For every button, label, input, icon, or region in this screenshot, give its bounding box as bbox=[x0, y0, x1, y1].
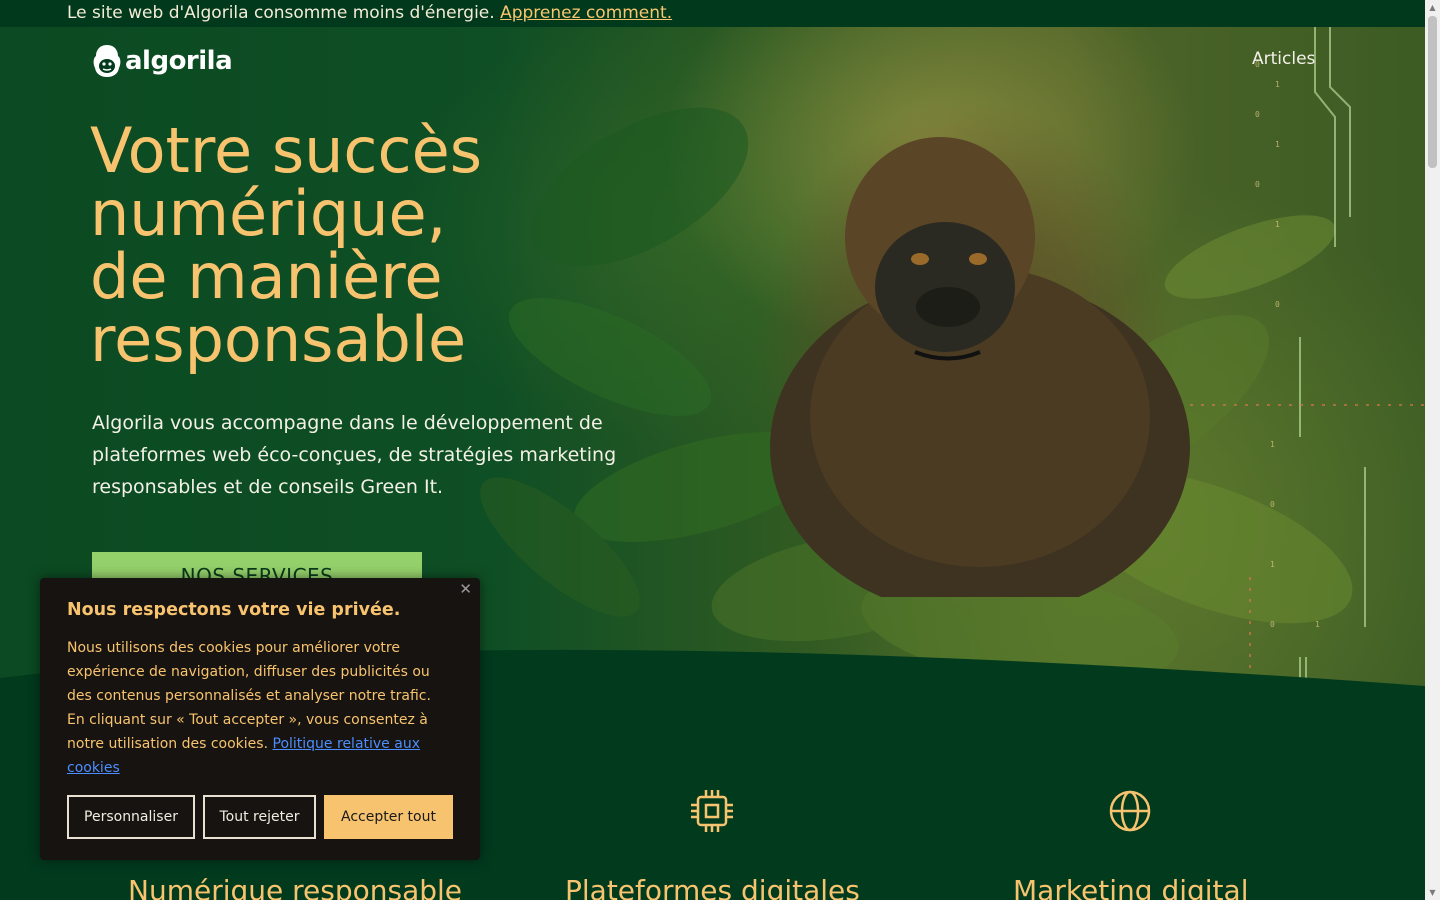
svg-text:1: 1 bbox=[1275, 140, 1280, 149]
nav-link-articles[interactable]: Articles bbox=[1252, 49, 1315, 69]
energy-notice-bar: Le site web d'Algorila consomme moins d'… bbox=[0, 0, 1425, 27]
logo-text: algorila bbox=[125, 46, 233, 76]
close-icon[interactable]: ✕ bbox=[459, 580, 472, 598]
hero-title: Votre succès numérique, de manière respo… bbox=[90, 119, 710, 371]
service-title-responsible: Numérique responsable bbox=[128, 874, 463, 900]
scroll-down-arrow-icon[interactable]: ▼ bbox=[1425, 885, 1440, 900]
reject-all-button[interactable]: Tout rejeter bbox=[203, 795, 316, 839]
customize-button[interactable]: Personnaliser bbox=[67, 795, 195, 839]
cookie-banner-title: Nous respectons votre vie privée. bbox=[67, 600, 401, 620]
gorilla-logo-icon bbox=[93, 45, 121, 77]
svg-text:0: 0 bbox=[1270, 500, 1275, 509]
svg-text:0: 0 bbox=[1255, 110, 1260, 119]
cookie-banner-text: Nous utilisons des cookies pour améliore… bbox=[67, 636, 447, 780]
cookie-consent-banner: ✕ Nous respectons votre vie privée. Nous… bbox=[40, 578, 480, 860]
hero-description: Algorila vous accompagne dans le dévelop… bbox=[92, 412, 617, 498]
energy-notice-link[interactable]: Apprenez comment. bbox=[500, 3, 672, 23]
svg-text:1: 1 bbox=[1270, 560, 1275, 569]
scrollbar[interactable]: ▲ ▼ bbox=[1425, 0, 1440, 900]
hero-title-line: responsable bbox=[90, 303, 467, 376]
scroll-up-arrow-icon[interactable]: ▲ bbox=[1425, 0, 1440, 15]
globe-icon bbox=[1109, 790, 1151, 832]
scrollbar-thumb[interactable] bbox=[1428, 16, 1437, 168]
service-title-platforms: Plateformes digitales bbox=[565, 874, 860, 900]
circuit-decoration: 0101 0101 010 1 bbox=[1190, 27, 1425, 707]
cpu-chip-icon bbox=[691, 790, 733, 832]
service-title-marketing: Marketing digital bbox=[1013, 874, 1249, 900]
svg-text:0: 0 bbox=[1255, 180, 1260, 189]
svg-text:0: 0 bbox=[1275, 300, 1280, 309]
logo[interactable]: algorila bbox=[92, 44, 233, 78]
svg-text:1: 1 bbox=[1275, 220, 1280, 229]
svg-text:0: 0 bbox=[1270, 620, 1275, 629]
energy-notice-text: Le site web d'Algorila consomme moins d'… bbox=[67, 3, 495, 23]
gorilla-illustration bbox=[770, 137, 1190, 597]
svg-text:1: 1 bbox=[1270, 440, 1275, 449]
svg-text:1: 1 bbox=[1315, 620, 1320, 629]
svg-text:1: 1 bbox=[1275, 80, 1280, 89]
accept-all-button[interactable]: Accepter tout bbox=[324, 795, 453, 839]
